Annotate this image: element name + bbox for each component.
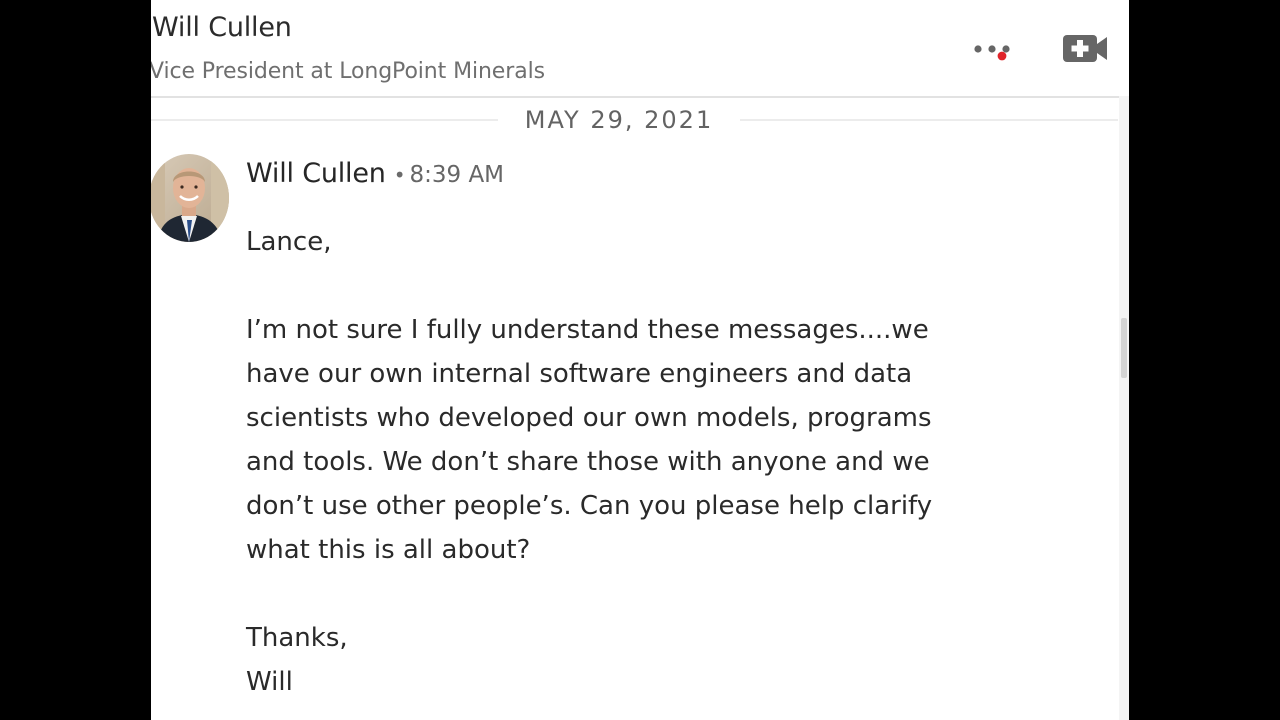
message-header: Will Cullen • 8:39 AM: [246, 158, 504, 189]
notification-dot: [997, 51, 1007, 61]
message-scrollbar[interactable]: [1119, 96, 1129, 720]
divider-line: [740, 119, 1118, 121]
message-spacer: [246, 264, 1006, 308]
avatar-photo: [151, 154, 229, 242]
message-spacer: [246, 572, 1006, 616]
message-signature: Will: [246, 667, 293, 697]
date-divider-label: MAY 29, 2021: [524, 106, 714, 134]
contact-name[interactable]: Will Cullen: [152, 12, 292, 43]
message-line: have our own internal software engineers…: [246, 359, 913, 389]
video-call-icon: [1063, 35, 1107, 62]
message-line: scientists who developed our own models,…: [246, 403, 932, 433]
message-timestamp: 8:39 AM: [409, 162, 505, 188]
video-call-button[interactable]: [1057, 28, 1111, 68]
message-sender[interactable]: Will Cullen: [246, 158, 386, 189]
more-options-button[interactable]: [969, 36, 1025, 64]
message-greeting: Lance,: [246, 227, 332, 257]
message-line: and tools. We don’t share those with any…: [246, 447, 930, 477]
message-line: what this is all about?: [246, 535, 531, 565]
contact-headline: Vice President at LongPoint Minerals: [151, 59, 545, 84]
more-dots-icon: [974, 45, 1010, 61]
divider-line: [151, 119, 498, 121]
message-body: Lance, I’m not sure I fully understand t…: [246, 220, 1006, 704]
conversation-header: Will Cullen Vice President at LongPoint …: [151, 0, 1129, 98]
conversation-panel: Will Cullen Vice President at LongPoint …: [151, 0, 1129, 720]
date-divider: MAY 29, 2021: [151, 106, 1118, 136]
message-line: I’m not sure I fully understand these me…: [246, 315, 929, 345]
message-line: don’t use other people’s. Can you please…: [246, 491, 933, 521]
scrollbar-thumb[interactable]: [1121, 318, 1127, 378]
message-separator: •: [393, 163, 406, 187]
sender-avatar[interactable]: [151, 154, 229, 242]
message-closing: Thanks,: [246, 623, 348, 653]
